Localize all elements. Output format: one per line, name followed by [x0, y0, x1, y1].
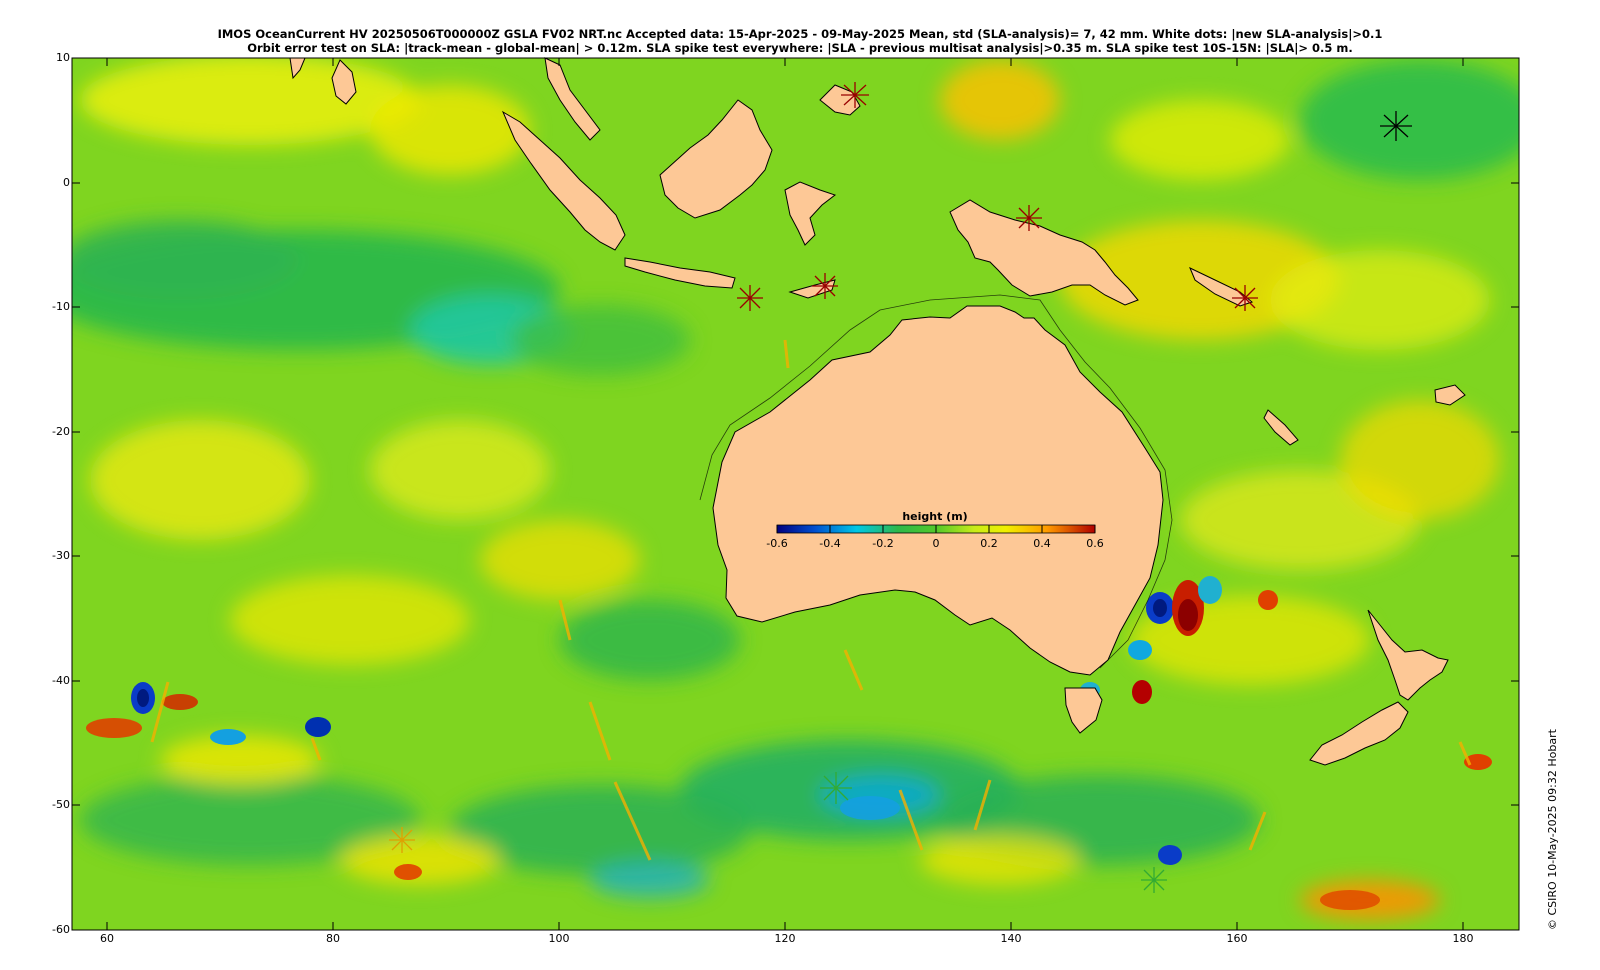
lon-label: 60	[100, 932, 114, 945]
lat-label: 0	[63, 176, 70, 189]
colorbar-tick-label: 0.6	[1086, 537, 1104, 550]
colorbar-tick-label: -0.4	[819, 537, 841, 550]
lon-label: 100	[548, 932, 570, 945]
sla-map	[71, 57, 1520, 931]
lat-label: -10	[52, 300, 70, 313]
marker-6	[1380, 111, 1412, 141]
marker-4	[1016, 205, 1042, 231]
copyright-credit: © CSIRO 10-May-2025 09:32 Hobart	[1546, 729, 1559, 930]
lat-label: -40	[52, 674, 70, 687]
lon-label: 180	[1452, 932, 1474, 945]
marker-2	[812, 273, 838, 299]
lat-label: -50	[52, 798, 70, 811]
colorbar-tick-label: 0.2	[980, 537, 998, 550]
lon-label: 80	[326, 932, 340, 945]
lat-label: -60	[52, 923, 70, 936]
lon-label: 160	[1226, 932, 1248, 945]
colorbar-tick-label: -0.6	[766, 537, 788, 550]
lon-label: 140	[1000, 932, 1022, 945]
marker-3	[841, 82, 869, 108]
marker-1	[737, 285, 763, 311]
marker-8	[1141, 867, 1167, 893]
colorbar-tick-label: 0.4	[1033, 537, 1051, 550]
colorbar-tick-label: -0.2	[872, 537, 894, 550]
lat-label: -20	[52, 425, 70, 438]
lat-label: 10	[56, 51, 70, 64]
colorbar-title: height (m)	[902, 510, 968, 523]
colorbar-tick-label: 0	[932, 537, 940, 550]
marker-5	[1232, 285, 1258, 311]
lat-label: -30	[52, 549, 70, 562]
marker-7	[820, 772, 852, 804]
lon-label: 120	[774, 932, 796, 945]
marker-9	[389, 827, 415, 853]
